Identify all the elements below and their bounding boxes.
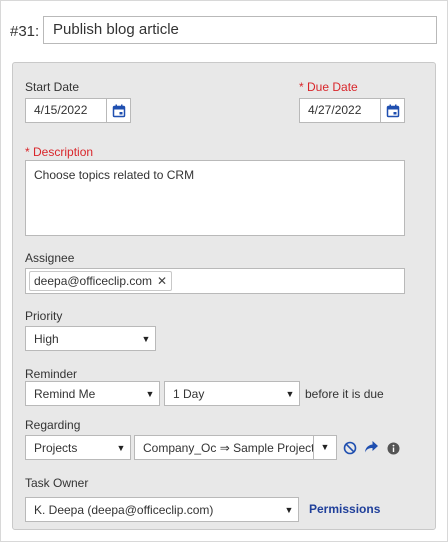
- reminder-type-select[interactable]: Remind Me ▼: [25, 381, 160, 406]
- required-mark: *: [299, 80, 304, 94]
- task-number: #31:: [10, 22, 40, 40]
- chevron-down-icon: ▼: [285, 388, 295, 399]
- info-icon[interactable]: [385, 440, 401, 456]
- chevron-down-icon: ▼: [313, 436, 336, 459]
- start-date-label: Start Date: [25, 80, 80, 94]
- reminder-interval-value: 1 Day: [173, 386, 205, 401]
- description-textarea[interactable]: Choose topics related to CRM: [25, 160, 405, 236]
- priority-label: Priority: [25, 309, 63, 323]
- chevron-down-icon: ▼: [116, 442, 126, 453]
- ban-icon[interactable]: [342, 440, 358, 456]
- due-date-label: * Due Date: [299, 80, 358, 94]
- task-edit-page: #31: Publish blog article Start Date 4/1…: [0, 0, 448, 542]
- due-date-field[interactable]: 4/27/2022: [299, 98, 405, 123]
- start-date-value: 4/15/2022: [34, 103, 88, 117]
- reminder-type-value: Remind Me: [34, 386, 96, 401]
- priority-select[interactable]: High ▼: [25, 326, 156, 351]
- assignee-label: Assignee: [25, 251, 75, 265]
- description-label: * Description: [25, 145, 93, 159]
- description-label-text: Description: [33, 145, 94, 159]
- regarding-record-value: Company_Oc ⇒ Sample Project: [143, 440, 313, 455]
- task-owner-select[interactable]: K. Deepa (deepa@officeclip.com) ▼: [25, 497, 299, 522]
- task-owner-value: K. Deepa (deepa@officeclip.com): [34, 502, 214, 517]
- calendar-icon: [112, 104, 125, 117]
- chevron-down-icon: ▼: [284, 504, 294, 515]
- assignee-chip-label: deepa@officeclip.com: [34, 274, 153, 288]
- required-mark: *: [25, 145, 30, 159]
- regarding-record-select[interactable]: Company_Oc ⇒ Sample Project ▼: [134, 435, 337, 460]
- regarding-module-value: Projects: [34, 440, 78, 455]
- remove-assignee-icon[interactable]: ✕: [157, 274, 167, 288]
- start-date-field[interactable]: 4/15/2022: [25, 98, 131, 123]
- regarding-module-select[interactable]: Projects ▼: [25, 435, 131, 460]
- start-date-calendar-button[interactable]: [106, 99, 130, 122]
- permissions-link[interactable]: Permissions: [309, 502, 380, 516]
- due-date-value: 4/27/2022: [308, 103, 362, 117]
- task-title-input[interactable]: Publish blog article: [43, 16, 437, 44]
- priority-value: High: [34, 331, 59, 346]
- task-owner-label: Task Owner: [25, 476, 89, 490]
- assignee-chip: deepa@officeclip.com ✕: [29, 271, 173, 291]
- chevron-down-icon: ▼: [145, 388, 155, 399]
- assignee-input[interactable]: deepa@officeclip.com ✕: [25, 268, 405, 294]
- share-arrow-icon[interactable]: [363, 439, 379, 455]
- reminder-label: Reminder: [25, 367, 78, 381]
- regarding-label: Regarding: [25, 418, 81, 432]
- reminder-suffix: before it is due: [305, 387, 384, 401]
- calendar-icon: [386, 104, 399, 117]
- due-date-calendar-button[interactable]: [380, 99, 404, 122]
- due-date-label-text: Due Date: [307, 80, 358, 94]
- reminder-interval-select[interactable]: 1 Day ▼: [164, 381, 300, 406]
- task-title-row: #31:: [10, 17, 43, 45]
- task-details-panel: Start Date 4/15/2022 * Due Date 4/27/202…: [12, 62, 436, 530]
- chevron-down-icon: ▼: [141, 333, 151, 344]
